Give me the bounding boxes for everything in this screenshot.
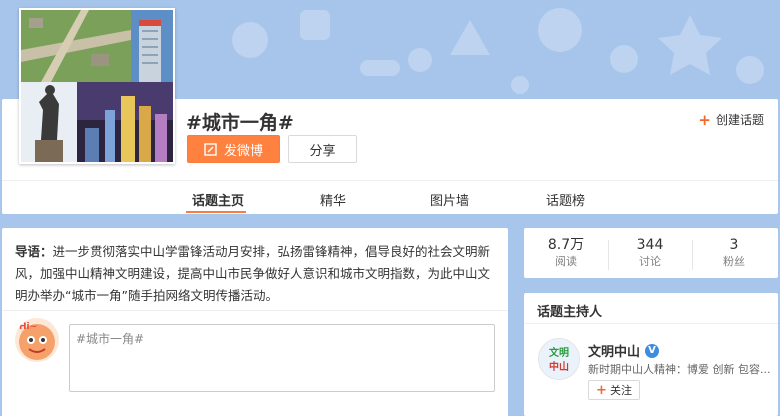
post-weibo-button[interactable]: 发微博 <box>187 135 280 163</box>
tab-photo-wall[interactable]: 图片墙 <box>430 190 469 209</box>
follow-button[interactable]: + 关注 <box>588 380 640 400</box>
stat-discussions-value: 344 <box>636 237 664 253</box>
host-logo-bottom: 中山 <box>549 360 569 373</box>
tab-topic-ranking[interactable]: 话题榜 <box>546 190 585 209</box>
host-description: 新时期中山人精神：博爱 创新 包容... <box>588 363 771 376</box>
tab-topic-home[interactable]: 话题主页 <box>192 190 244 209</box>
create-topic-link[interactable]: + 创建话题 <box>698 111 764 128</box>
intro-lead: 导语： <box>15 244 53 259</box>
compose-textarea[interactable]: #城市一角# <box>69 324 495 392</box>
plus-icon: + <box>698 110 711 129</box>
stat-reads-label: 阅读 <box>555 255 577 268</box>
stat-discussions-label: 讨论 <box>639 255 661 268</box>
stat-fans-value: 3 <box>729 237 739 253</box>
stat-reads-value: 8.7万 <box>547 237 585 253</box>
intro-divider <box>2 310 508 311</box>
stat-fans: 3 粉丝 <box>692 236 776 270</box>
host-logo-top: 文明 <box>549 346 569 359</box>
active-tab-indicator <box>186 211 246 213</box>
host-avatar[interactable]: 文明 中山 <box>538 338 580 380</box>
tab-highlights[interactable]: 精华 <box>320 190 346 209</box>
host-section-title: 话题主持人 <box>537 305 603 320</box>
avatar-text: Hi~ <box>19 322 37 332</box>
topic-title: #城市一角# <box>186 112 294 134</box>
avatar[interactable]: Hi~ <box>15 318 59 362</box>
topic-intro: 导语：进一步贯彻落实中山学雷锋活动月安排，弘扬雷锋精神，倡导良好的社会文明新风，… <box>15 241 495 307</box>
city-collage-icon <box>21 10 173 162</box>
tabs-divider <box>2 180 778 181</box>
topic-cover-image <box>19 8 175 164</box>
stat-fans-label: 粉丝 <box>723 255 745 268</box>
edit-icon <box>204 142 217 156</box>
share-button[interactable]: 分享 <box>288 135 357 163</box>
share-label: 分享 <box>309 143 336 159</box>
stat-discussions: 344 讨论 <box>608 236 692 270</box>
host-name-label: 文明中山 <box>588 345 641 360</box>
stat-reads: 8.7万 阅读 <box>524 236 608 270</box>
host-logo-icon: 文明 中山 <box>539 339 579 379</box>
verified-icon: V <box>645 343 660 358</box>
follow-label: 关注 <box>609 384 632 397</box>
intro-text: 进一步贯彻落实中山学雷锋活动月安排，弘扬雷锋精神，倡导良好的社会文明新风，加强中… <box>15 244 491 303</box>
host-divider <box>524 323 778 324</box>
host-name[interactable]: 文明中山 V <box>588 341 660 360</box>
post-weibo-label: 发微博 <box>223 143 263 159</box>
plus-icon: + <box>596 382 607 398</box>
smiley-avatar-icon: Hi~ <box>19 322 55 360</box>
create-topic-label: 创建话题 <box>715 113 764 127</box>
